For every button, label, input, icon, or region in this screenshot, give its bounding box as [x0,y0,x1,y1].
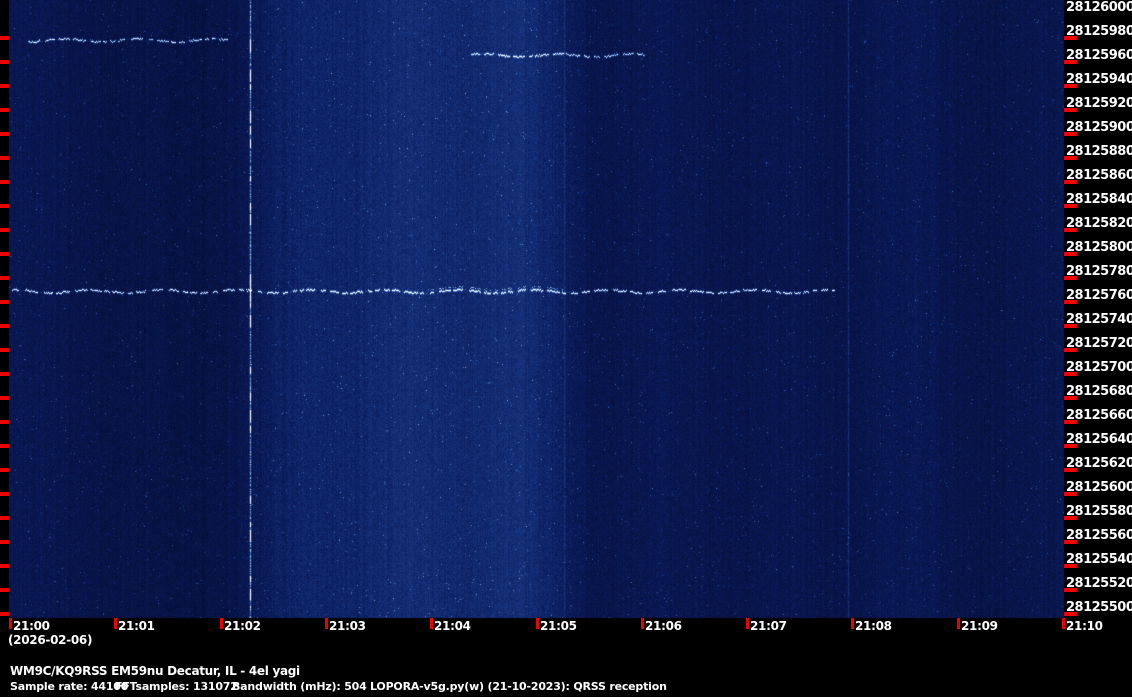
time-tick-label: 21:07 [750,619,787,633]
qrss-grabber-screen: 28126000 28125980 28125960 28125940 28125920… [0,0,1132,697]
freq-tick-mark-left [0,516,9,520]
time-tick-label: 21:08 [855,619,892,633]
freq-tick-mark-right [1064,132,1077,136]
freq-tick-mark-right [1064,180,1077,184]
freq-tick-mark-left [0,348,9,352]
freq-tick-mark-left [0,300,9,304]
spectrogram-canvas [0,0,1132,697]
freq-tick-mark-left [0,204,9,208]
date-label: (2026-02-06) [8,633,93,647]
freq-tick-mark-left [0,132,9,136]
time-tick-label: 21:04 [434,619,471,633]
freq-tick-mark-right [1064,252,1077,256]
freq-tick-mark-right [1064,60,1077,64]
sample-rate-label: Sample rate: 44100 [10,680,129,693]
freq-tick-mark-right [1064,276,1077,280]
time-tick-label: 21:00 [13,619,50,633]
freq-tick-mark-left [0,492,9,496]
time-tick-mark [430,618,433,629]
freq-tick-mark-right [1064,84,1077,88]
freq-tick-mark-left [0,540,9,544]
freq-tick-mark-right [1064,324,1077,328]
freq-tick-mark-left [0,276,9,280]
freq-tick-mark-left [0,564,9,568]
time-tick-mark [220,618,223,629]
freq-tick-mark-left [0,180,9,184]
freq-tick-mark-right [1064,612,1077,616]
freq-tick-mark-left [0,108,9,112]
freq-tick-mark-left [0,396,9,400]
time-tick-mark [536,618,539,629]
time-tick-label: 21:03 [329,619,366,633]
time-tick-mark [851,618,854,629]
freq-tick-mark-right [1064,300,1077,304]
freq-tick-mark-right [1064,444,1077,448]
freq-tick-mark-right [1064,372,1077,376]
freq-tick-mark-left [0,156,9,160]
time-tick-mark [957,618,960,629]
freq-tick-mark-right [1064,156,1077,160]
freq-tick-mark-left [0,324,9,328]
time-tick-label: 21:05 [540,619,577,633]
time-tick-mark [325,618,328,629]
freq-tick-mark-right [1064,492,1077,496]
time-tick-label: 21:10 [1066,619,1103,633]
freq-tick-mark-right [1064,204,1077,208]
freq-tick-mark-left [0,84,9,88]
freq-tick-mark-right [1064,468,1077,472]
freq-tick-mark-right [1064,36,1077,40]
freq-tick-label: 28126000 [1066,0,1132,15]
time-tick-label: 21:09 [961,619,998,633]
freq-tick-mark-right [1064,228,1077,232]
bandwidth-label: Bandwidth (mHz): 504 [232,680,367,693]
freq-tick-mark-right [1064,348,1077,352]
time-tick-label: 21:06 [645,619,682,633]
time-tick-mark [1062,618,1065,629]
freq-tick-mark-left [0,612,9,616]
station-info-label: WM9C/KQ9RSS EM59nu Decatur, IL - 4el yag… [10,664,300,678]
fft-samples-label: FFTsamples: 131072 [115,680,238,693]
freq-tick-mark-right [1064,420,1077,424]
time-tick-mark [114,618,117,629]
freq-tick-mark-left [0,468,9,472]
freq-tick-mark-left [0,588,9,592]
freq-tick-mark-left [0,228,9,232]
time-tick-label: 21:02 [224,619,261,633]
time-tick-mark [746,618,749,629]
time-tick-label: 21:01 [118,619,155,633]
software-version-label: LOPORA-v5g.py(w) (21-10-2023): QRSS rece… [370,680,667,693]
freq-tick-mark-right [1064,108,1077,112]
freq-tick-mark-left [0,444,9,448]
freq-tick-mark-right [1064,540,1077,544]
freq-tick-mark-left [0,36,9,40]
freq-tick-mark-right [1064,516,1077,520]
freq-tick-mark-left [0,60,9,64]
freq-tick-mark-right [1064,396,1077,400]
freq-tick-mark-left [0,420,9,424]
freq-tick-mark-left [0,252,9,256]
time-tick-mark [9,618,12,629]
freq-tick-mark-right [1064,588,1077,592]
time-tick-mark [641,618,644,629]
freq-tick-mark-left [0,372,9,376]
freq-tick-mark-right [1064,564,1077,568]
